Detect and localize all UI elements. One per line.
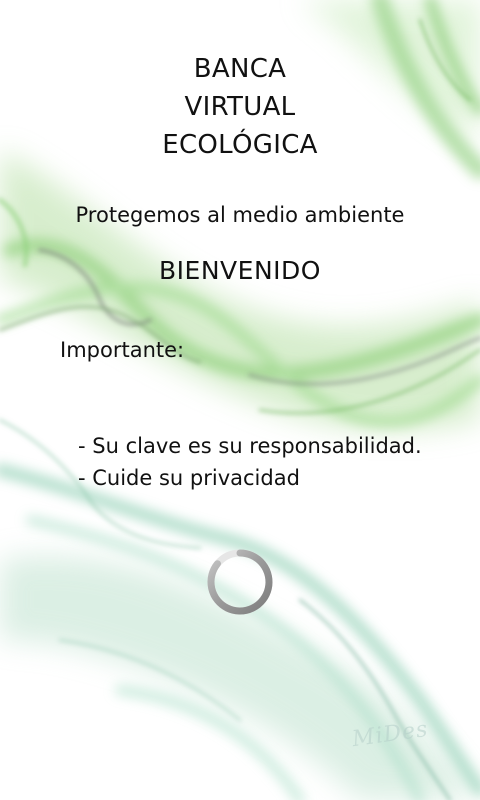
important-notes-list: - Su clave es su responsabilidad. - Cuid… xyxy=(78,430,422,494)
note-item-privacy: - Cuide su privacidad xyxy=(78,466,300,490)
important-label: Importante: xyxy=(60,338,185,362)
app-title-line-2: VIRTUAL xyxy=(184,92,296,122)
app-title: BANCA VIRTUAL ECOLÓGICA xyxy=(0,50,480,164)
note-item-password: - Su clave es su responsabilidad. xyxy=(78,434,422,458)
app-title-line-1: BANCA xyxy=(193,54,287,84)
loading-spinner-icon xyxy=(207,549,273,615)
splash-screen: BANCA VIRTUAL ECOLÓGICA Protegemos al me… xyxy=(0,0,480,800)
app-title-line-3: ECOLÓGICA xyxy=(162,130,318,160)
welcome-heading: BIENVENIDO xyxy=(159,256,321,285)
app-subtitle: Protegemos al medio ambiente xyxy=(75,203,405,227)
